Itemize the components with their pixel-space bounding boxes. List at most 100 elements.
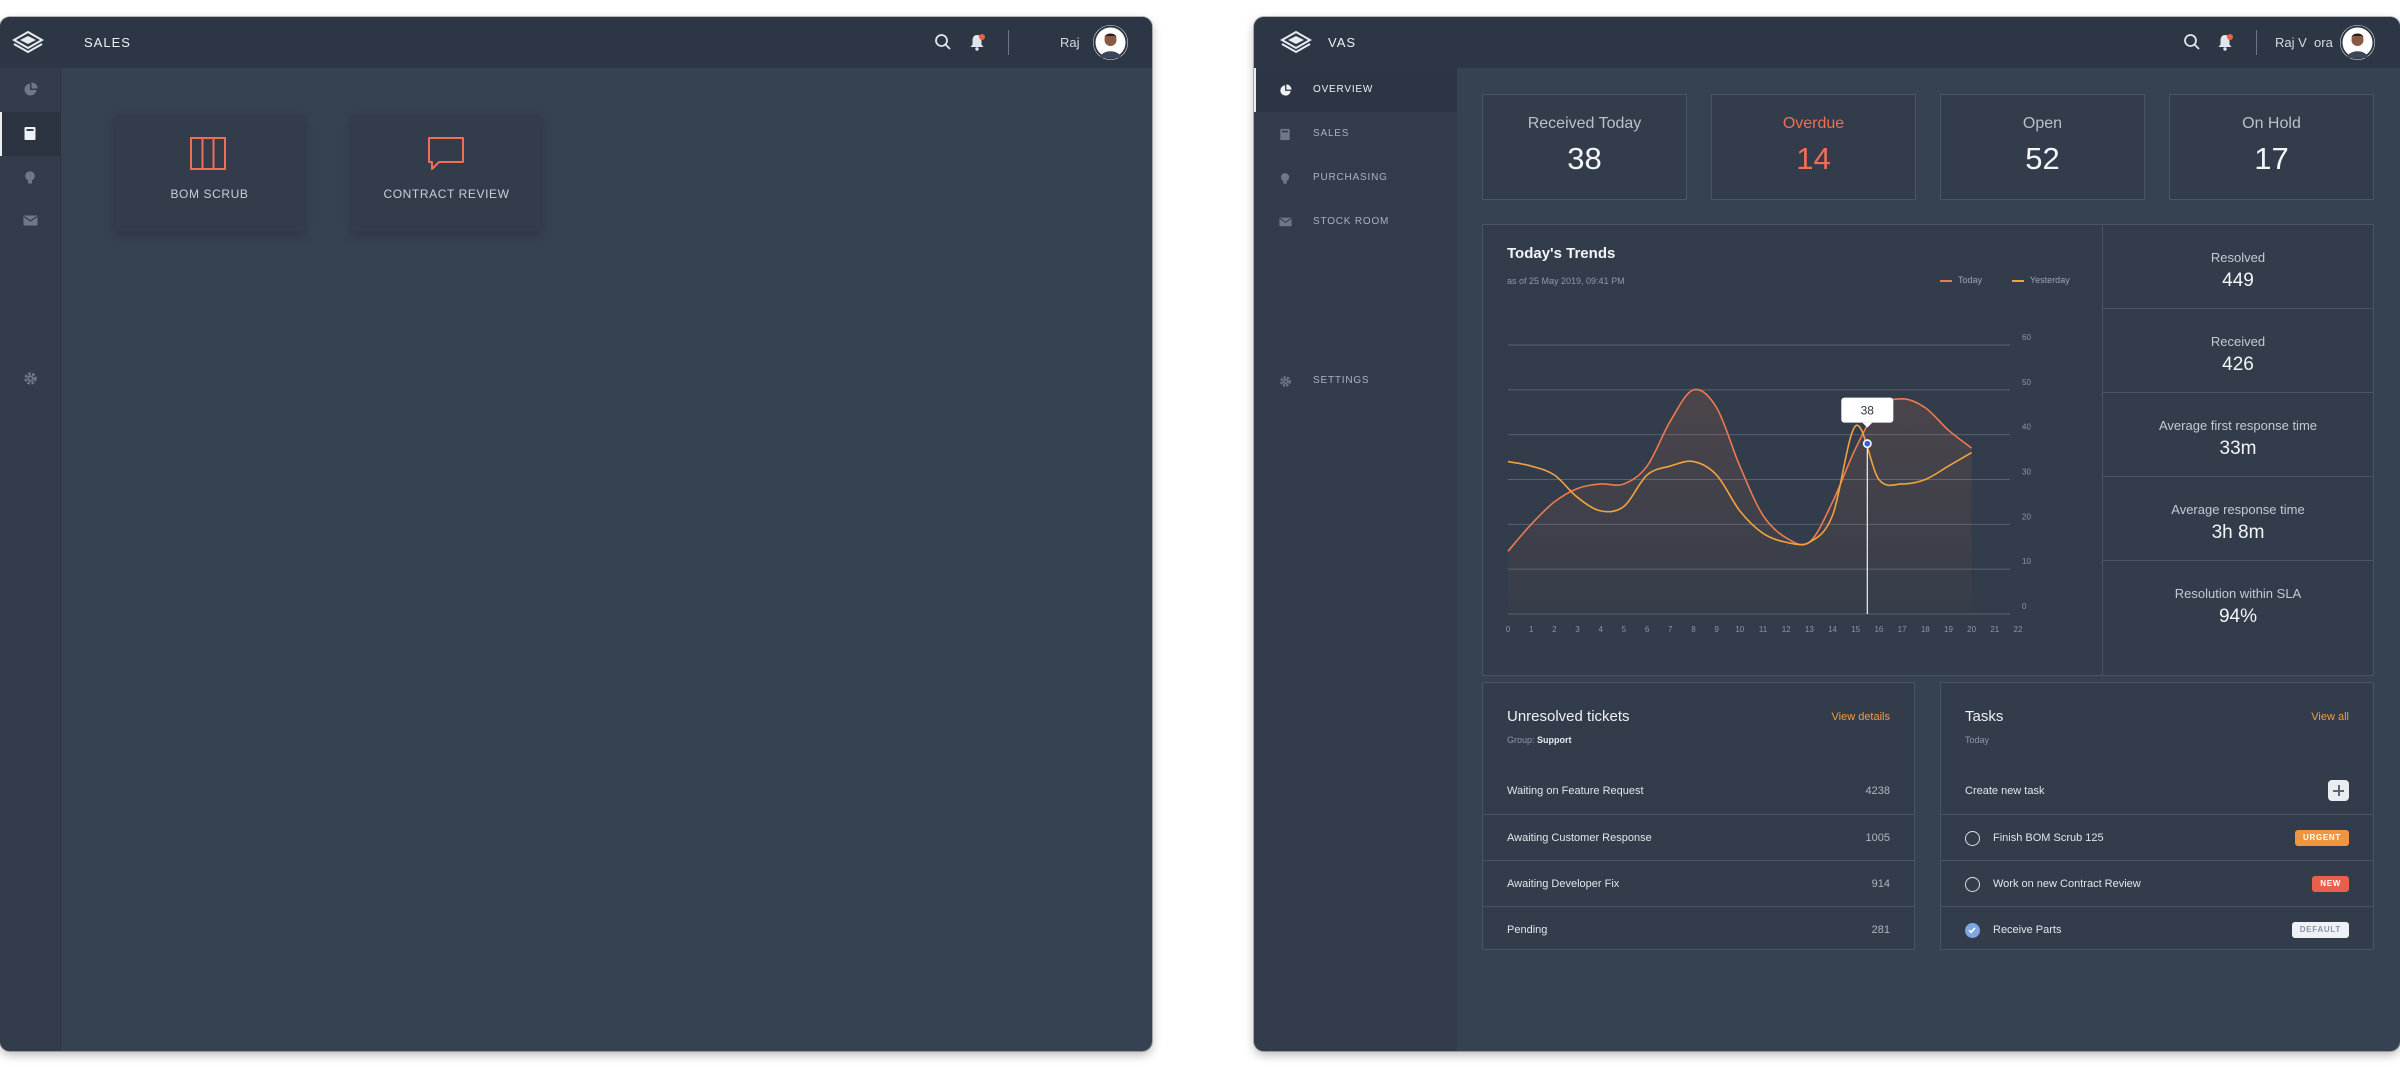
pie-chart-icon [1280,84,1292,96]
app-logo-icon[interactable] [1280,29,1312,55]
sidebar-item-settings[interactable]: SETTINGS [1254,359,1457,403]
ticket-row[interactable]: Pending 281 [1483,906,1914,952]
chat-bubble-icon [428,137,464,170]
card-label: BOM SCRUB [170,187,249,201]
task-checkbox[interactable] [1965,877,1980,892]
tasks-subtitle: Today [1965,735,1990,745]
stat-value: 94% [2218,606,2258,627]
trend-chart[interactable]: 01020304050600 1 2 3 4 5 6 7 8 9 10 11 12 13 14 15 16 17 1… [1483,225,2102,675]
x-tick-label: 8 [1691,625,1696,634]
avatar[interactable] [1093,25,1128,60]
bom-scrub-card[interactable]: BOM SCRUB [115,114,304,231]
group-filter[interactable]: Group: Support [1507,735,1572,745]
rail-item-overview[interactable] [0,68,61,112]
x-tick-label: 0 [1506,625,1511,634]
notification-dot [2227,34,2233,40]
book-icon [1280,128,1290,141]
app-title: VAS [1328,35,1357,50]
sidebar-item-stock-room[interactable]: STOCK ROOM [1254,200,1457,244]
group-value: Support [1537,735,1572,745]
rail-item-sales[interactable] [0,112,61,156]
kpi-value: 52 [2025,141,2060,176]
user-name[interactable]: Raj [1060,17,1080,68]
x-tick-label: 11 [1759,625,1768,634]
new-badge: NEW [2312,876,2349,892]
kpi-overdue[interactable]: Overdue 14 [1711,94,1916,200]
kpi-received-today[interactable]: Received Today 38 [1482,94,1687,200]
sidebar-item-label: SETTINGS [1313,375,1370,386]
add-task-button[interactable] [2328,780,2349,801]
kpi-on-hold[interactable]: On Hold 17 [2169,94,2374,200]
view-details-link[interactable]: View details [1832,711,1891,723]
x-tick-label: 6 [1645,625,1650,634]
sidebar-item-label: PURCHASING [1313,172,1388,183]
sidebar-item-label: STOCK ROOM [1313,216,1390,227]
sidebar-item-overview[interactable]: OVERVIEW [1254,68,1457,112]
task-checkbox[interactable] [1965,831,1980,846]
avatar[interactable] [2340,25,2375,60]
stat-value: 3h 8m [2211,522,2265,543]
create-task-row[interactable]: Create new task [1941,768,2373,814]
ticket-count: 914 [1871,878,1890,890]
x-tick-label: 16 [1874,625,1883,634]
x-tick-label: 17 [1898,625,1907,634]
y-tick-label: 30 [2022,468,2031,477]
kpi-value: 38 [1567,141,1602,176]
ticket-label: Waiting on Feature Request [1507,785,1644,797]
task-item[interactable]: Work on new Contract Review NEW [1941,860,2373,906]
today-area [1508,389,1972,614]
ticket-label: Awaiting Developer Fix [1507,878,1620,890]
task-item[interactable]: Finish BOM Scrub 125 URGENT [1941,814,2373,860]
pie-chart-icon [24,82,38,96]
mail-icon [23,215,38,226]
kpi-open[interactable]: Open 52 [1940,94,2145,200]
app-title: SALES [84,35,131,50]
y-tick-label: 60 [2022,333,2031,342]
stat-avg-response: Average response time 3h 8m [2103,477,2373,561]
x-tick-label: 10 [1735,625,1744,634]
rail-item-stock-room[interactable] [0,200,61,244]
contract-review-card[interactable]: CONTRACT REVIEW [352,114,541,231]
ticket-row[interactable]: Awaiting Developer Fix 914 [1483,860,1914,906]
ticket-count: 4238 [1865,785,1890,797]
create-task-label: Create new task [1965,785,2045,797]
ticket-row[interactable]: Awaiting Customer Response 1005 [1483,814,1914,860]
x-tick-label: 2 [1552,625,1557,634]
x-tick-label: 1 [1529,625,1534,634]
sidebar-item-purchasing[interactable]: PURCHASING [1254,156,1457,200]
tooltip-value: 38 [1861,404,1875,418]
app-logo-icon[interactable] [12,29,44,55]
topbar-divider [2256,30,2257,55]
unresolved-tickets-panel: Unresolved tickets View details Group: S… [1482,682,1915,950]
x-tick-label: 21 [1990,625,1999,634]
search-icon[interactable] [2182,32,2202,52]
kpi-label: Received Today [1527,115,1642,132]
kpi-label: Overdue [1782,115,1845,132]
ticket-count: 1005 [1865,832,1890,844]
rail-item-settings[interactable] [0,357,61,401]
stat-value: 426 [2222,354,2254,375]
ticket-count: 281 [1871,924,1890,936]
y-tick-label: 20 [2022,512,2031,521]
kpi-label: On Hold [2242,115,2301,132]
sidebar-item-label: SALES [1313,128,1350,139]
ticket-row[interactable]: Waiting on Feature Request 4238 [1483,768,1914,814]
user-name[interactable]: Raj V ora [2275,17,2333,68]
stat-sla: Resolution within SLA 94% [2103,561,2373,675]
sidebar-item-sales[interactable]: SALES [1254,112,1457,156]
notification-dot [979,34,985,40]
stat-label: Received [2210,334,2266,349]
task-checkbox-checked[interactable] [1965,923,1980,938]
search-icon[interactable] [933,32,953,52]
topbar-divider [1008,30,1009,55]
tooltip-point [1864,440,1871,447]
stat-value: 449 [2222,270,2254,291]
urgent-badge: URGENT [2295,830,2349,846]
x-tick-label: 5 [1622,625,1627,634]
group-label: Group: [1507,735,1535,745]
task-item[interactable]: Receive Parts DEFAULT [1941,906,2373,952]
task-label: Receive Parts [1993,924,2062,936]
unresolved-title: Unresolved tickets [1507,708,1630,725]
rail-item-purchasing[interactable] [0,156,61,200]
view-all-link[interactable]: View all [2311,711,2349,723]
